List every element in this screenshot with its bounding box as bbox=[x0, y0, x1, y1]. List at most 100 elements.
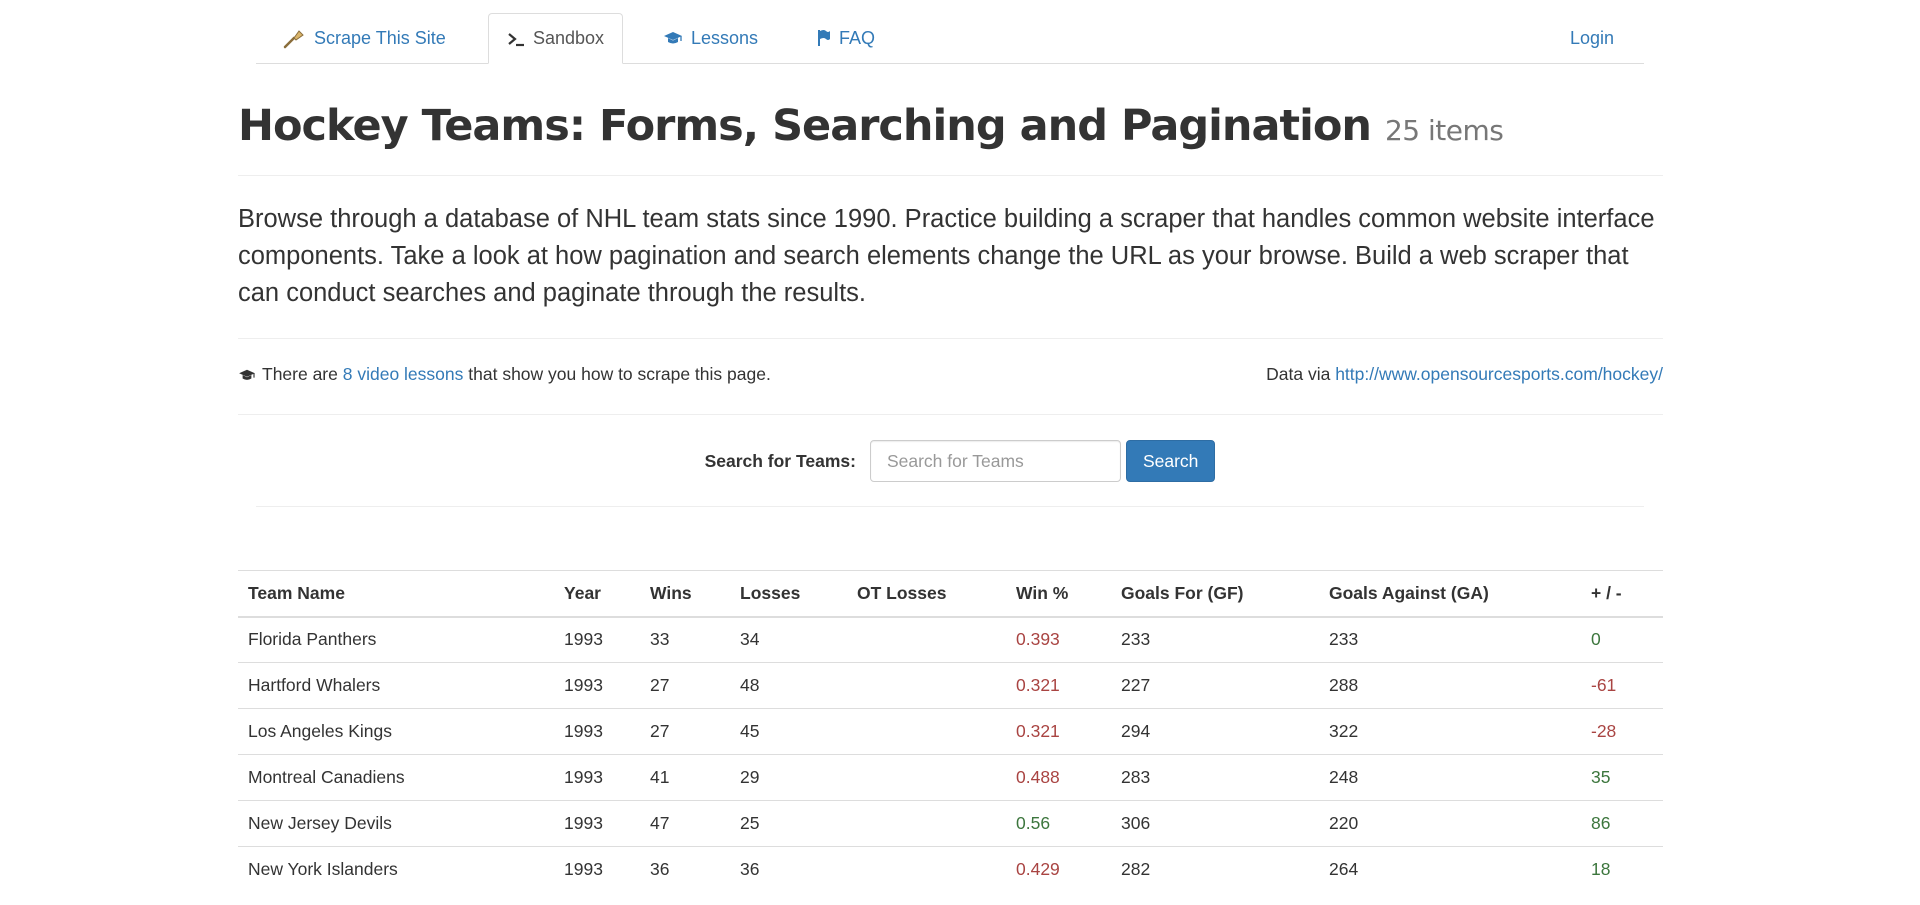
nav-sandbox-tab[interactable]: Sandbox bbox=[488, 13, 624, 64]
spatula-icon bbox=[282, 26, 306, 50]
goal-diff-cell: 86 bbox=[1581, 800, 1663, 847]
wins-cell: 27 bbox=[640, 708, 730, 755]
ot-losses-cell bbox=[847, 616, 1006, 663]
terminal-icon bbox=[507, 31, 525, 47]
year-cell: 1993 bbox=[554, 754, 640, 801]
goal-diff-cell: -28 bbox=[1581, 708, 1663, 755]
goal-diff-cell: 18 bbox=[1581, 846, 1663, 893]
win-pct-cell: 0.393 bbox=[1006, 616, 1111, 663]
team-name-cell: Florida Panthers bbox=[238, 616, 554, 663]
table-header-row: Team Name Year Wins Losses OT Losses Win… bbox=[238, 570, 1663, 618]
win-pct-cell: 0.429 bbox=[1006, 846, 1111, 893]
ot-losses-cell bbox=[847, 846, 1006, 893]
year-cell: 1993 bbox=[554, 708, 640, 755]
login-link[interactable]: Login bbox=[1570, 13, 1614, 63]
team-name-cell: Los Angeles Kings bbox=[238, 708, 554, 755]
team-name-cell: Hartford Whalers bbox=[238, 662, 554, 709]
year-cell: 1993 bbox=[554, 800, 640, 847]
nav-brand-link[interactable]: Scrape This Site bbox=[282, 13, 446, 63]
losses-cell: 34 bbox=[730, 616, 847, 663]
column-header: + / - bbox=[1581, 570, 1663, 618]
table-row: Los Angeles Kings 1993 27 45 0.321 294 322 -28 bbox=[238, 708, 1663, 755]
data-source-link[interactable]: http://www.opensourcesports.com/hockey/ bbox=[1335, 364, 1663, 384]
wins-cell: 36 bbox=[640, 846, 730, 893]
goals-for-cell: 282 bbox=[1111, 846, 1319, 893]
losses-cell: 45 bbox=[730, 708, 847, 755]
data-source-label: Data via bbox=[1266, 364, 1331, 384]
goals-against-cell: 322 bbox=[1319, 708, 1581, 755]
column-header: Goals For (GF) bbox=[1111, 570, 1319, 618]
table-row: Florida Panthers 1993 33 34 0.393 233 233 0 bbox=[238, 616, 1663, 663]
graduation-cap-icon bbox=[238, 368, 256, 382]
teams-table: Team Name Year Wins Losses OT Losses Win… bbox=[238, 570, 1663, 893]
lessons-note-suffix: that show you how to scrape this page. bbox=[468, 364, 771, 384]
column-header: Team Name bbox=[238, 570, 554, 618]
column-header: Losses bbox=[730, 570, 847, 618]
nav-brand-label: Scrape This Site bbox=[314, 27, 446, 48]
goals-against-cell: 233 bbox=[1319, 616, 1581, 663]
top-navbar: Scrape This Site Sandbox Lessons FAQ Log… bbox=[256, 13, 1644, 64]
team-name-cell: New York Islanders bbox=[238, 846, 554, 893]
goals-for-cell: 306 bbox=[1111, 800, 1319, 847]
ot-losses-cell bbox=[847, 662, 1006, 709]
nav-faq-label: FAQ bbox=[839, 27, 876, 48]
page-title-text: Hockey Teams: Forms, Searching and Pagin… bbox=[238, 101, 1372, 151]
goal-diff-cell: 35 bbox=[1581, 754, 1663, 801]
search-label: Search for Teams: bbox=[704, 450, 856, 471]
win-pct-cell: 0.56 bbox=[1006, 800, 1111, 847]
page-title: Hockey Teams: Forms, Searching and Pagin… bbox=[238, 93, 1663, 164]
losses-cell: 48 bbox=[730, 662, 847, 709]
page-header: Hockey Teams: Forms, Searching and Pagin… bbox=[238, 93, 1663, 176]
year-cell: 1993 bbox=[554, 846, 640, 893]
table-row: Montreal Canadiens 1993 41 29 0.488 283 248 35 bbox=[238, 754, 1663, 801]
nav-sandbox-label: Sandbox bbox=[533, 28, 605, 48]
search-input[interactable] bbox=[869, 440, 1121, 482]
intro-paragraph: Browse through a database of NHL team st… bbox=[238, 205, 1655, 307]
nav-faq-link[interactable]: FAQ bbox=[817, 13, 875, 63]
data-source: Data via http://www.opensourcesports.com… bbox=[1266, 364, 1663, 385]
ot-losses-cell bbox=[847, 754, 1006, 801]
search-button[interactable]: Search bbox=[1125, 440, 1216, 482]
nav-lessons-link[interactable]: Lessons bbox=[663, 13, 758, 63]
wins-cell: 47 bbox=[640, 800, 730, 847]
graduation-cap-icon bbox=[663, 30, 683, 46]
goals-for-cell: 227 bbox=[1111, 662, 1319, 709]
divider bbox=[256, 506, 1644, 507]
goals-for-cell: 283 bbox=[1111, 754, 1319, 801]
lessons-note-prefix: There are bbox=[262, 364, 338, 384]
table-row: Hartford Whalers 1993 27 48 0.321 227 288 -61 bbox=[238, 662, 1663, 709]
column-header: Year bbox=[554, 570, 640, 618]
team-name-cell: New Jersey Devils bbox=[238, 800, 554, 847]
goal-diff-cell: -61 bbox=[1581, 662, 1663, 709]
lessons-note: There are 8 video lessons that show you … bbox=[238, 364, 771, 385]
win-pct-cell: 0.321 bbox=[1006, 708, 1111, 755]
column-header: Goals Against (GA) bbox=[1319, 570, 1581, 618]
search-form: Search for Teams: Search bbox=[0, 440, 1920, 482]
divider bbox=[238, 338, 1663, 339]
divider bbox=[238, 414, 1663, 415]
column-header: Wins bbox=[640, 570, 730, 618]
goals-for-cell: 294 bbox=[1111, 708, 1319, 755]
year-cell: 1993 bbox=[554, 616, 640, 663]
goals-for-cell: 233 bbox=[1111, 616, 1319, 663]
ot-losses-cell bbox=[847, 800, 1006, 847]
column-header: OT Losses bbox=[847, 570, 1006, 618]
video-lessons-link[interactable]: 8 video lessons bbox=[343, 364, 464, 385]
ot-losses-cell bbox=[847, 708, 1006, 755]
goal-diff-cell: 0 bbox=[1581, 616, 1663, 663]
wins-cell: 33 bbox=[640, 616, 730, 663]
item-count: 25 items bbox=[1384, 114, 1504, 147]
losses-cell: 36 bbox=[730, 846, 847, 893]
goals-against-cell: 248 bbox=[1319, 754, 1581, 801]
table-row: New York Islanders 1993 36 36 0.429 282 264 18 bbox=[238, 846, 1663, 893]
goals-against-cell: 264 bbox=[1319, 846, 1581, 893]
flag-icon bbox=[817, 29, 831, 47]
win-pct-cell: 0.321 bbox=[1006, 662, 1111, 709]
wins-cell: 41 bbox=[640, 754, 730, 801]
table-row: New Jersey Devils 1993 47 25 0.56 306 220 86 bbox=[238, 800, 1663, 847]
team-name-cell: Montreal Canadiens bbox=[238, 754, 554, 801]
goals-against-cell: 220 bbox=[1319, 800, 1581, 847]
losses-cell: 29 bbox=[730, 754, 847, 801]
losses-cell: 25 bbox=[730, 800, 847, 847]
win-pct-cell: 0.488 bbox=[1006, 754, 1111, 801]
